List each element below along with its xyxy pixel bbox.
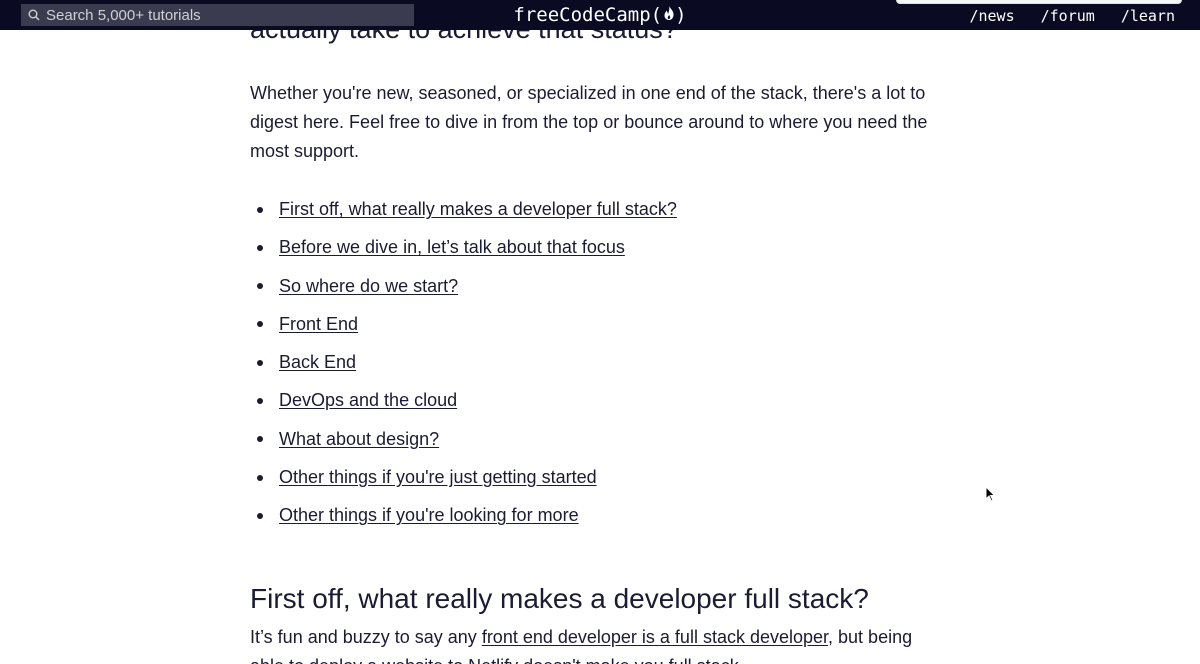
toc-item: First off, what really makes a developer…: [250, 194, 677, 232]
search-input[interactable]: [44, 4, 406, 26]
section-text: It’s fun and buzzy to say any: [250, 627, 482, 647]
bullet-icon: [257, 244, 263, 251]
toc-item: Before we dive in, let’s talk about that…: [250, 232, 677, 270]
top-nav: freeCodeCamp( ) /news /forum /learn: [0, 0, 1200, 30]
toc-link-design[interactable]: What about design?: [279, 429, 439, 449]
toc-link-devops[interactable]: DevOps and the cloud: [279, 390, 457, 410]
bullet-icon: [257, 283, 263, 290]
mouse-cursor-icon: [985, 486, 996, 502]
section-heading: First off, what really makes a developer…: [250, 583, 869, 614]
toc-item: DevOps and the cloud: [250, 385, 677, 423]
inline-link-front-end-developer[interactable]: front end developer is a full stack deve…: [482, 627, 828, 647]
nav-links: /news /forum /learn: [969, 6, 1175, 26]
search-box[interactable]: [21, 4, 414, 26]
bullet-icon: [257, 512, 263, 519]
toc-link-back-end[interactable]: Back End: [279, 352, 356, 372]
logo-text: freeCodeCamp(: [513, 4, 663, 26]
flame-icon: [663, 3, 675, 27]
nav-link-forum[interactable]: /forum: [1041, 6, 1095, 26]
toc-link-full-stack[interactable]: First off, what really makes a developer…: [279, 199, 677, 219]
bullet-icon: [257, 474, 263, 481]
search-icon: [24, 4, 44, 26]
logo-text-close: ): [675, 4, 687, 26]
toc-item: Other things if you're looking for more: [250, 500, 677, 538]
bullet-icon: [257, 436, 263, 443]
nav-link-news[interactable]: /news: [969, 6, 1014, 26]
nav-link-learn[interactable]: /learn: [1121, 6, 1175, 26]
toc-link-looking-for-more[interactable]: Other things if you're looking for more: [279, 505, 579, 525]
bullet-icon: [257, 359, 263, 366]
nav-pill: [896, 0, 1182, 4]
toc-link-focus[interactable]: Before we dive in, let’s talk about that…: [279, 237, 625, 257]
table-of-contents: First off, what really makes a developer…: [250, 194, 677, 539]
bullet-icon: [257, 397, 263, 404]
bullet-icon: [257, 206, 263, 213]
toc-link-where-start[interactable]: So where do we start?: [279, 276, 458, 296]
toc-item: So where do we start?: [250, 271, 677, 309]
intro-paragraph: Whether you're new, seasoned, or special…: [250, 83, 928, 161]
toc-link-front-end[interactable]: Front End: [279, 314, 358, 334]
section-paragraph: It’s fun and buzzy to say any front end …: [250, 623, 950, 664]
toc-item: What about design?: [250, 424, 677, 462]
toc-item: Other things if you're just getting star…: [250, 462, 677, 500]
logo-link[interactable]: freeCodeCamp( ): [513, 3, 686, 27]
toc-item: Front End: [250, 309, 677, 347]
toc-link-getting-started[interactable]: Other things if you're just getting star…: [279, 467, 597, 487]
toc-item: Back End: [250, 347, 677, 385]
bullet-icon: [257, 321, 263, 328]
